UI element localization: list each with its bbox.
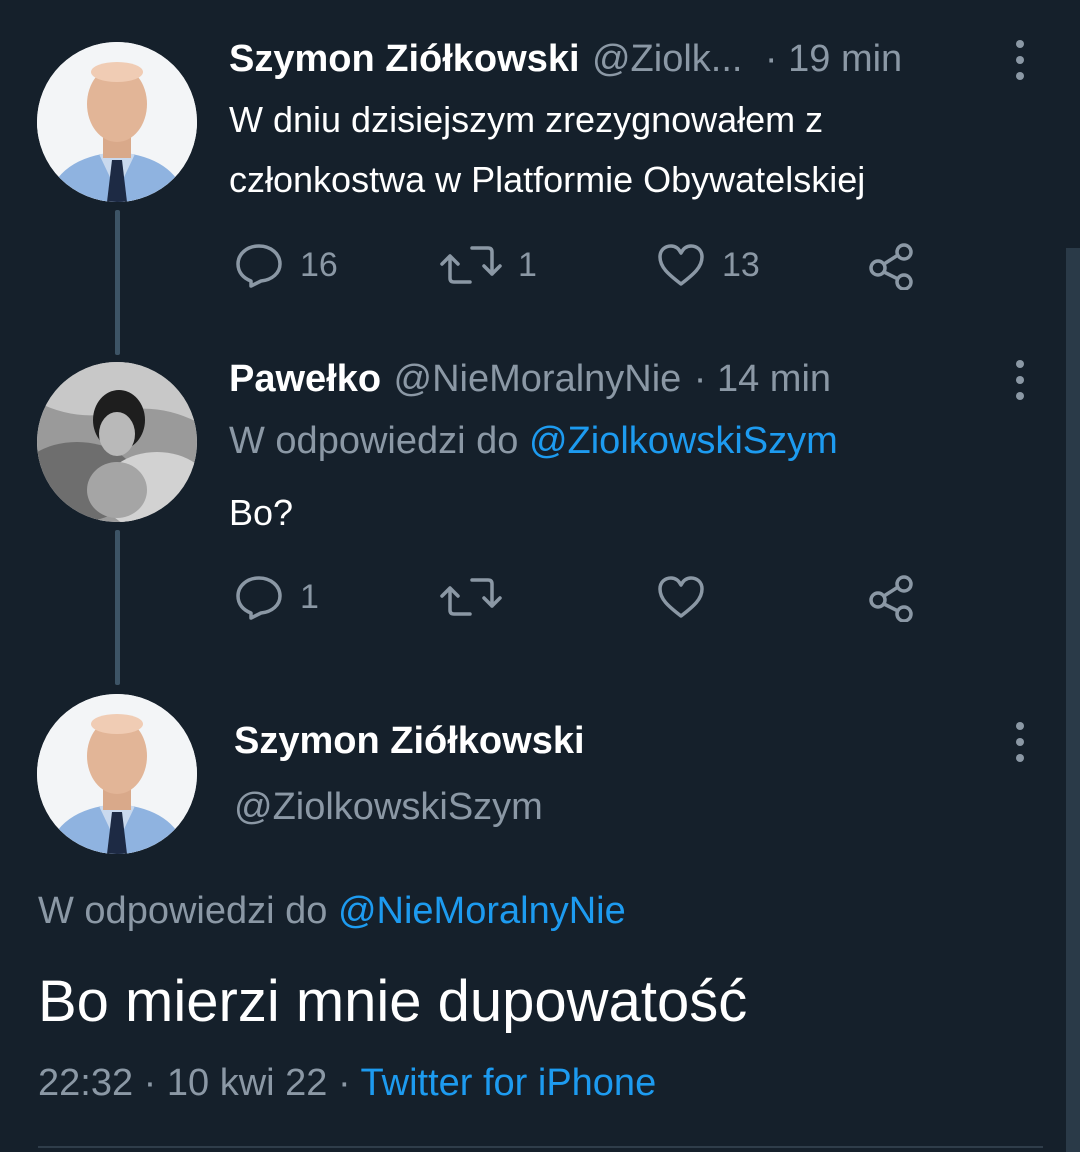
retweet-icon	[440, 246, 502, 284]
more-options-icon[interactable]	[1014, 40, 1026, 80]
author-handle[interactable]: @ZiolkowskiSzym	[234, 786, 543, 829]
more-options-icon[interactable]	[1014, 360, 1026, 400]
heart-icon	[658, 576, 704, 618]
tweet-time[interactable]: 22:32	[38, 1062, 133, 1104]
tweet-meta: 22:32 · 10 kwi 22 · Twitter for iPhone	[38, 1062, 657, 1104]
heart-icon	[658, 244, 704, 286]
avatar[interactable]	[37, 362, 197, 522]
avatar[interactable]	[37, 694, 197, 854]
divider	[38, 1146, 1043, 1148]
retweet-icon	[440, 578, 502, 616]
tweet-text: Bo mierzi mnie dupowatość	[38, 969, 748, 1034]
author-name[interactable]: Szymon Ziółkowski	[234, 720, 585, 763]
like-button[interactable]: 13	[656, 242, 760, 288]
share-button[interactable]	[866, 574, 916, 627]
retweet-button[interactable]: 1	[440, 242, 537, 288]
mention-link[interactable]: @ZiolkowskiSzym	[529, 420, 838, 462]
reply-count: 1	[300, 577, 319, 616]
like-count: 13	[722, 245, 760, 284]
mention-link[interactable]: @NieMoralnyNie	[338, 890, 626, 932]
author-handle[interactable]: @NieMoralnyNie	[394, 358, 682, 400]
share-icon	[869, 575, 913, 623]
tweet-text: Bo?	[229, 492, 294, 533]
reply-icon	[236, 576, 282, 620]
scrollbar[interactable]	[1066, 248, 1080, 1152]
reply-button[interactable]: 16	[234, 242, 338, 288]
client-link[interactable]: Twitter for iPhone	[361, 1062, 657, 1104]
reply-context: W odpowiedzi do @ZiolkowskiSzym	[229, 420, 838, 462]
share-icon	[869, 243, 913, 291]
reply-button[interactable]: 1	[234, 574, 319, 620]
author-name[interactable]: Pawełko	[229, 358, 381, 400]
like-button[interactable]	[656, 574, 722, 620]
reply-context: W odpowiedzi do @NieMoralnyNie	[38, 890, 626, 932]
avatar[interactable]	[37, 42, 197, 202]
retweet-count: 1	[518, 245, 537, 284]
author-name[interactable]: Szymon Ziółkowski	[229, 38, 580, 80]
thread-line	[115, 210, 120, 355]
author-handle[interactable]: @Ziolk...	[592, 38, 742, 80]
tweet-time[interactable]: · 19 min	[765, 38, 902, 80]
retweet-button[interactable]	[440, 574, 518, 620]
reply-count: 16	[300, 245, 338, 284]
share-button[interactable]	[866, 242, 916, 295]
thread-line	[115, 530, 120, 685]
tweet-time[interactable]: · 14 min	[694, 358, 831, 400]
more-options-icon[interactable]	[1014, 722, 1026, 762]
tweet-text: W dniu dzisiejszym zrezygnowałem z człon…	[229, 99, 866, 200]
tweet-date[interactable]: 10 kwi 22	[167, 1062, 328, 1104]
reply-icon	[236, 244, 282, 288]
